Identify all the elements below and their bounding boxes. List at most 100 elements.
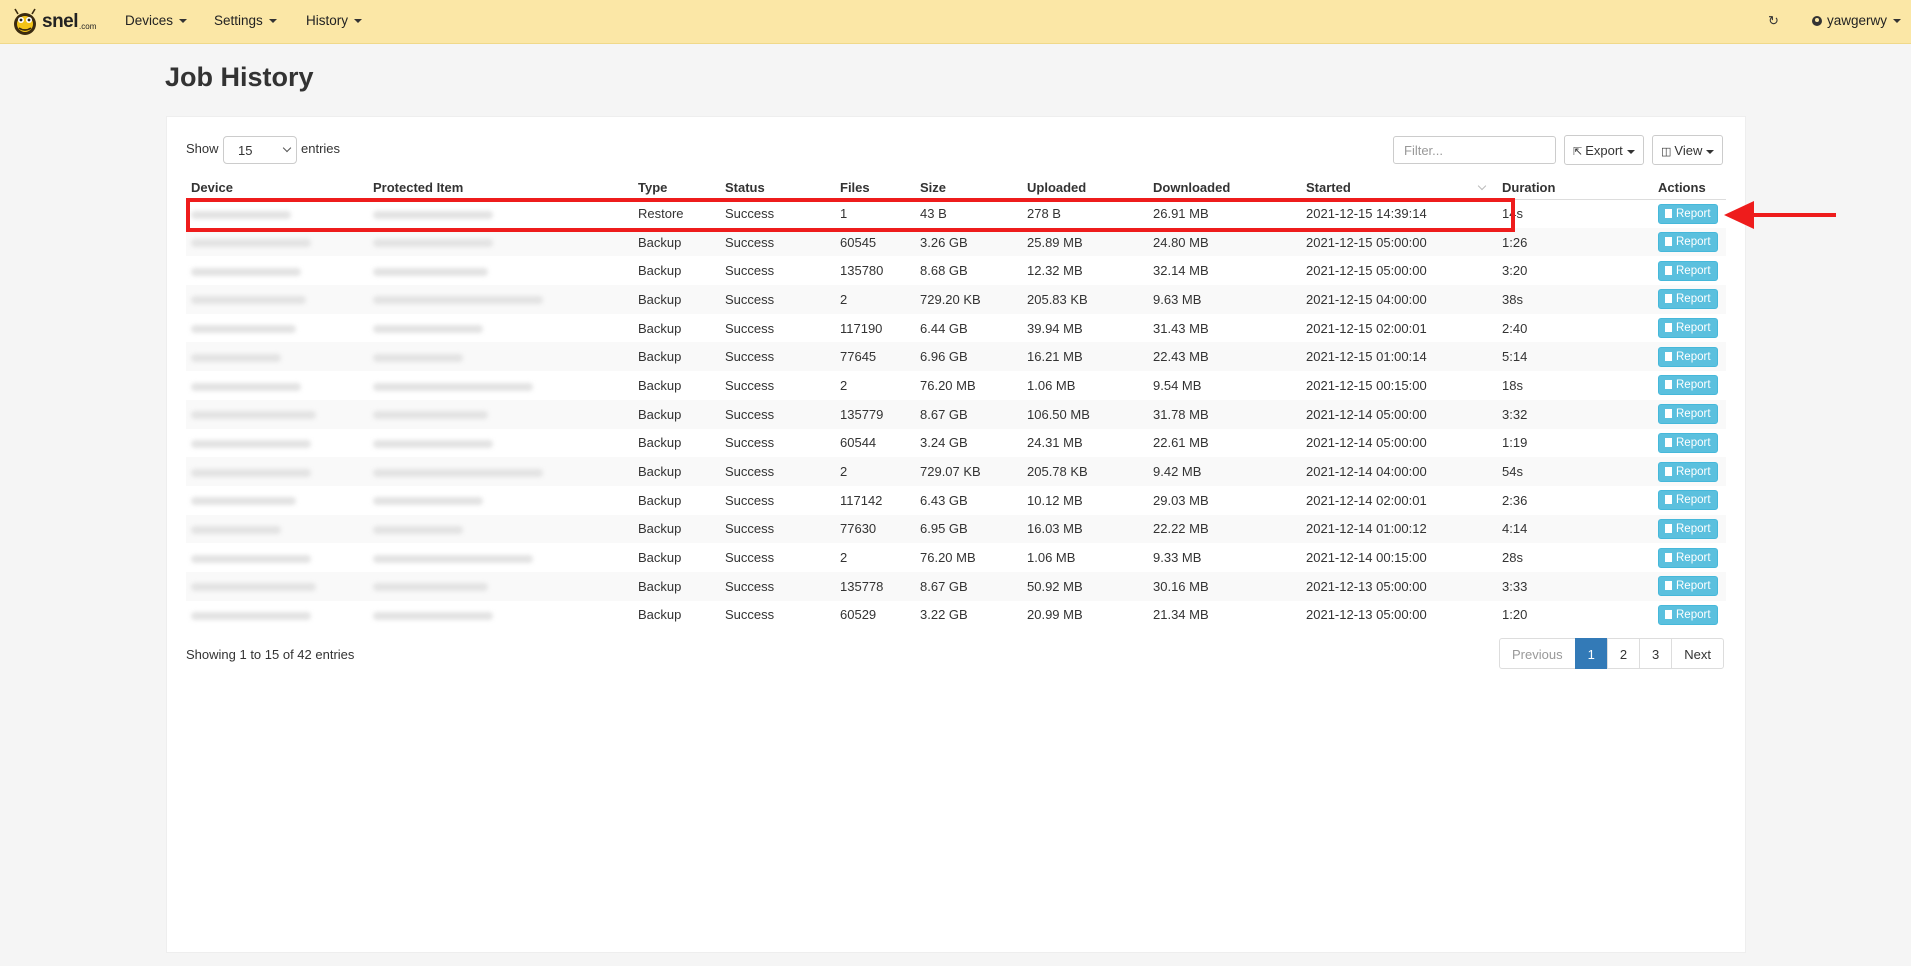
page-next[interactable]: Next (1671, 638, 1725, 669)
started-cell: 2021-12-14 05:00:00 (1306, 435, 1427, 451)
downloaded-cell: 9.54 MB (1153, 377, 1202, 393)
report-button[interactable]: Report (1658, 346, 1718, 367)
table-row: Backup Success 2 76.20 MB 1.06 MB 9.33 MB 2021… (186, 543, 1726, 572)
filter-input[interactable] (1393, 136, 1556, 164)
device-cell (186, 342, 368, 372)
device-cell (186, 285, 368, 314)
downloaded-cell: 31.43 MB (1153, 320, 1209, 336)
redacted-value (373, 497, 483, 506)
actions-cell: Report (1653, 342, 1726, 372)
report-button[interactable]: Report (1658, 604, 1718, 625)
files-cell: 2 (840, 377, 848, 393)
table-info: Showing 1 to 15 of 42 entries (186, 647, 355, 662)
redacted-value (373, 439, 493, 448)
col-size[interactable]: Size (915, 176, 1022, 200)
page-previous[interactable]: Previous (1499, 638, 1576, 669)
document-icon (1665, 380, 1672, 390)
col-status[interactable]: Status (720, 176, 835, 200)
page-title: Job History (165, 62, 314, 92)
redacted-value (191, 525, 281, 534)
nav-settings[interactable]: Settings (214, 13, 277, 28)
size-cell: 3.24 GB (920, 435, 968, 451)
report-button[interactable]: Report (1658, 375, 1718, 396)
uploaded-cell: 10.12 MB (1027, 492, 1083, 508)
downloaded-cell: 26.91 MB (1153, 206, 1209, 222)
device-cell (186, 371, 368, 400)
col-duration[interactable]: Duration (1497, 176, 1653, 200)
show-label: Show (186, 141, 219, 156)
document-icon (1665, 523, 1672, 533)
redacted-value (191, 325, 296, 334)
size-cell: 729.07 KB (915, 457, 1022, 486)
duration-cell: 1:26 (1497, 227, 1653, 257)
downloaded-cell: 22.22 MB (1148, 514, 1301, 544)
caret-down-icon (179, 19, 188, 24)
page-1[interactable]: 1 (1574, 638, 1608, 669)
table-row: Backup Success 2 729.07 KB 205.78 KB 9.42 MB 2… (186, 457, 1726, 486)
report-button[interactable]: Report (1658, 260, 1718, 281)
status-cell: Success (725, 377, 775, 393)
page-3[interactable]: 3 (1639, 638, 1673, 669)
uploaded-cell: 25.89 MB (1022, 227, 1148, 257)
report-button-label: Report (1676, 236, 1711, 249)
actions-cell: Report (1653, 514, 1726, 544)
col-device[interactable]: Device (186, 176, 368, 200)
nav-history[interactable]: History (306, 13, 363, 28)
protected-item-cell (368, 429, 633, 458)
document-icon (1665, 294, 1672, 304)
status-cell: Success (725, 263, 775, 279)
report-button[interactable]: Report (1658, 461, 1718, 482)
device-cell (186, 199, 368, 228)
report-button[interactable]: Report (1658, 518, 1718, 539)
actions-cell: Report (1653, 457, 1726, 486)
nav-history-label: History (306, 13, 349, 28)
downloaded-cell: 30.16 MB (1148, 571, 1301, 601)
redacted-value (191, 583, 316, 592)
nav-devices[interactable]: Devices (125, 13, 188, 28)
size-cell: 43 B (920, 206, 947, 222)
redacted-value (191, 296, 306, 305)
document-icon (1665, 208, 1672, 218)
col-downloaded[interactable]: Downloaded (1148, 176, 1301, 200)
username: yawgerwy (1827, 13, 1888, 28)
protected-item-cell (368, 371, 633, 400)
files-cell: 117142 (840, 492, 883, 508)
redacted-value (373, 210, 493, 219)
status-cell: Success (720, 342, 835, 372)
report-button[interactable]: Report (1658, 318, 1718, 339)
entries-label: entries (301, 141, 341, 156)
page-length-select[interactable]: 15 (223, 136, 297, 164)
report-button[interactable]: Report (1658, 232, 1718, 253)
col-files[interactable]: Files (835, 176, 915, 200)
report-button[interactable]: Report (1658, 404, 1718, 425)
report-button[interactable]: Report (1658, 203, 1718, 224)
duration-cell: 18s (1502, 377, 1523, 393)
table-row: Backup Success 135778 8.67 GB 50.92 MB 30.16 … (186, 571, 1726, 601)
page-2[interactable]: 2 (1606, 638, 1641, 669)
view-button[interactable]: ◫ View (1652, 135, 1724, 165)
report-button[interactable]: Report (1658, 490, 1718, 511)
downloaded-cell: 22.43 MB (1148, 342, 1301, 372)
uploaded-cell: 16.03 MB (1022, 514, 1148, 544)
report-button-label: Report (1676, 207, 1711, 220)
export-button[interactable]: ⇱ Export (1564, 135, 1644, 165)
downloaded-cell: 24.80 MB (1148, 227, 1301, 257)
col-uploaded[interactable]: Uploaded (1022, 176, 1148, 200)
col-type[interactable]: Type (633, 176, 720, 200)
report-button[interactable]: Report (1658, 432, 1718, 453)
user-menu[interactable]: yawgerwy (1812, 13, 1902, 28)
report-button[interactable]: Report (1658, 289, 1718, 310)
started-cell: 2021-12-15 00:15:00 (1306, 377, 1427, 393)
report-button[interactable]: Report (1658, 547, 1718, 568)
started-cell: 2021-12-14 02:00:01 (1306, 492, 1427, 508)
col-started[interactable]: Started (1301, 176, 1497, 200)
snel-logo[interactable]: snel .com (10, 7, 96, 37)
protected-item-cell (368, 486, 633, 515)
col-protected-item[interactable]: Protected Item (368, 176, 633, 200)
redacted-value (373, 554, 533, 563)
device-cell (186, 486, 368, 515)
refresh-icon[interactable]: ↻ (1768, 13, 1779, 29)
size-cell: 3.22 GB (920, 607, 968, 623)
report-button[interactable]: Report (1658, 576, 1718, 597)
document-icon (1665, 609, 1672, 619)
